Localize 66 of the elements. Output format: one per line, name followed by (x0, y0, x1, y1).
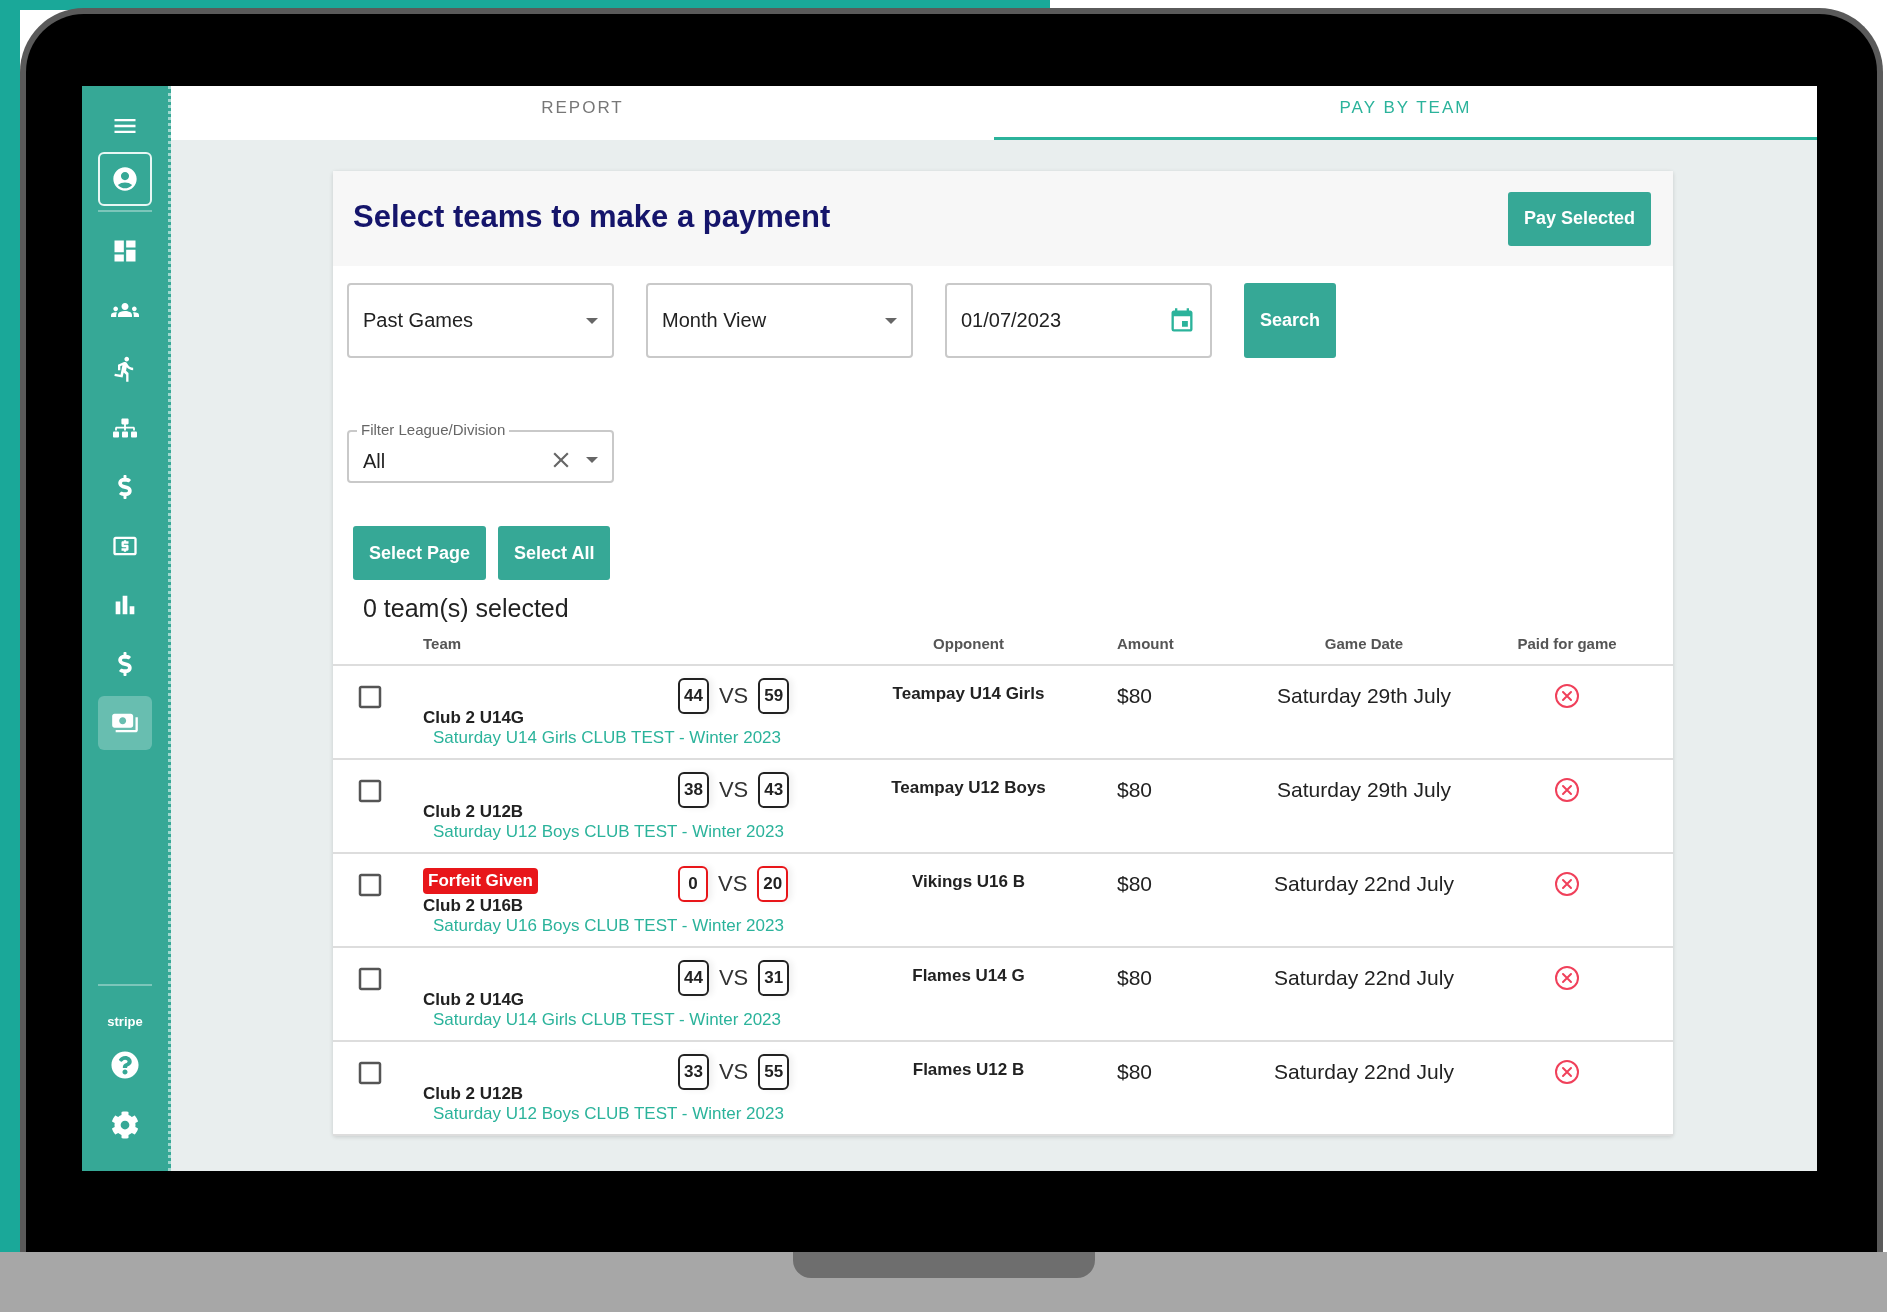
selected-count: 0 team(s) selected (363, 594, 570, 623)
score-box: 43 (758, 772, 790, 808)
opponent-name: Vikings U16 B (911, 872, 1026, 892)
select-button[interactable]: Select All (498, 526, 611, 580)
amount: $80 (1116, 1060, 1154, 1084)
versus-label: VS (718, 871, 748, 897)
forfeit-badge: Forfeit Given (423, 868, 538, 894)
caret-icon (586, 457, 598, 463)
search-button[interactable]: Search (1244, 283, 1337, 358)
amount: $80 (1116, 778, 1154, 802)
team-name: Club 2 U14G (423, 990, 525, 1010)
pay-selected-button[interactable]: Pay Selected (1507, 191, 1651, 246)
league-link[interactable]: Saturday U12 Boys CLUB TEST - Winter 2023 (407, 1104, 1099, 1130)
game-date: Saturday 22nd July (1274, 872, 1454, 896)
versus-label: VS (718, 683, 749, 709)
team-name: Club 2 U12B (423, 802, 524, 822)
game-date: Saturday 29th July (1277, 684, 1451, 708)
score-box: 0 (678, 866, 708, 902)
score-box: 31 (758, 960, 790, 996)
league-link[interactable]: Saturday U16 Boys CLUB TEST - Winter 2023 (407, 916, 1099, 942)
select-button[interactable]: Select Page (353, 526, 487, 580)
help-icon[interactable] (111, 1051, 139, 1079)
column-header: Amount (1116, 635, 1174, 652)
score-box: 38 (678, 772, 709, 808)
game-date: Saturday 29th July (1277, 778, 1451, 802)
league-link[interactable]: Saturday U14 Girls CLUB TEST - Winter 2023 (407, 728, 1099, 754)
opponent-name: Flames U14 G (912, 966, 1025, 986)
score-box: 44 (678, 960, 709, 996)
view-dropdown[interactable]: Month View (646, 283, 913, 358)
field-label: Filter League/Division (357, 421, 510, 438)
tab[interactable]: PAY BY TEAM (994, 86, 1817, 140)
score-box: 33 (678, 1054, 709, 1090)
caret-icon (586, 317, 598, 324)
versus-label: VS (718, 1059, 749, 1085)
column-header: Opponent (933, 635, 1004, 652)
banknote-icon[interactable] (98, 696, 152, 750)
score-box: 20 (757, 866, 789, 902)
versus-label: VS (718, 777, 749, 803)
team-name: Club 2 U12B (423, 1084, 524, 1104)
league-link[interactable]: Saturday U14 Girls CLUB TEST - Winter 2023 (407, 1010, 1099, 1036)
game-date: Saturday 22nd July (1274, 966, 1454, 990)
card-title: Select teams to make a payment (353, 198, 831, 236)
amount: $80 (1116, 684, 1154, 708)
game-date: Saturday 22nd July (1274, 1060, 1454, 1084)
score-box: 59 (758, 678, 790, 714)
score-box: 44 (678, 678, 709, 714)
tab[interactable]: REPORT (171, 86, 994, 140)
opponent-name: Flames U12 B (912, 1060, 1025, 1080)
amount: $80 (1116, 872, 1154, 896)
caret-icon (885, 317, 897, 324)
brand-label[interactable]: stripe (107, 1014, 143, 1029)
amount: $80 (1116, 966, 1154, 990)
opponent-name: Teampay U14 Girls (892, 684, 1045, 704)
versus-label: VS (718, 965, 749, 991)
opponent-name: Teampay U12 Boys (891, 778, 1046, 798)
settings-icon[interactable] (111, 1111, 139, 1139)
league-link[interactable]: Saturday U12 Boys CLUB TEST - Winter 2023 (407, 822, 1099, 848)
column-header: Paid for game (1517, 635, 1618, 652)
team-name: Club 2 U14G (423, 708, 525, 728)
account-icon[interactable] (98, 152, 152, 206)
column-header: Game Date (1324, 635, 1404, 652)
team-name: Club 2 U16B (423, 896, 524, 916)
date-field[interactable]: 01/07/2023 (945, 283, 1212, 358)
game-type-dropdown[interactable]: Past Games (347, 283, 614, 358)
column-header: Team (422, 635, 462, 652)
score-box: 55 (758, 1054, 790, 1090)
